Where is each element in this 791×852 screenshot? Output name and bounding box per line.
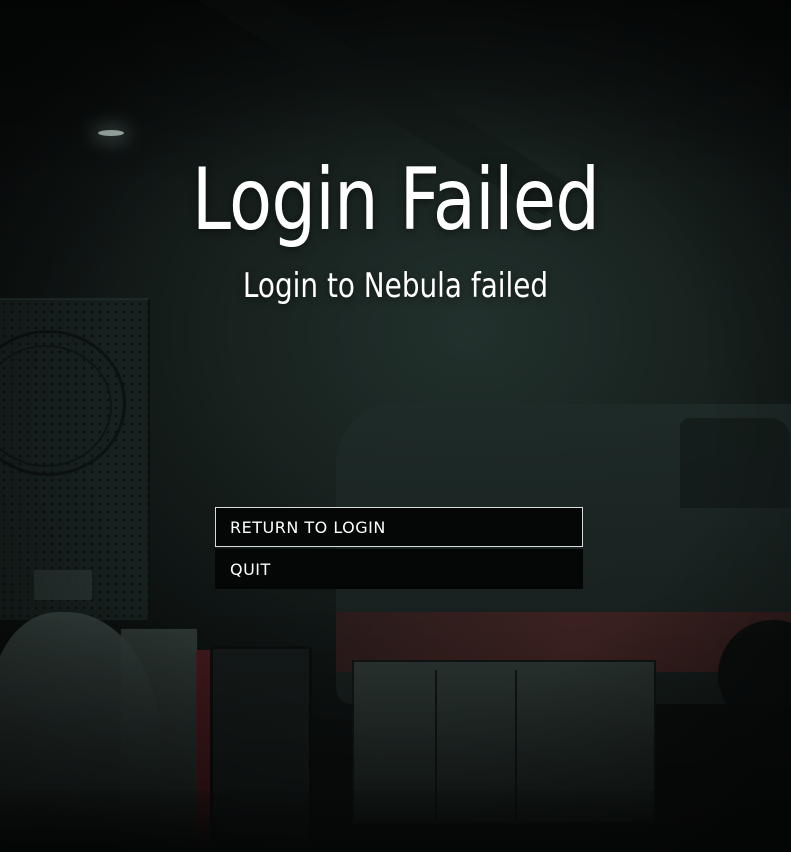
quit-button[interactable]: QUIT: [215, 549, 583, 589]
vignette: [0, 0, 791, 852]
login-failed-screen: Login Failed Login to Nebula failed RETU…: [0, 0, 791, 852]
return-to-login-button[interactable]: RETURN TO LOGIN: [215, 507, 583, 547]
page-title: Login Failed: [191, 150, 600, 250]
error-message: Login to Nebula failed: [242, 266, 549, 306]
menu: RETURN TO LOGIN QUIT: [215, 507, 583, 589]
